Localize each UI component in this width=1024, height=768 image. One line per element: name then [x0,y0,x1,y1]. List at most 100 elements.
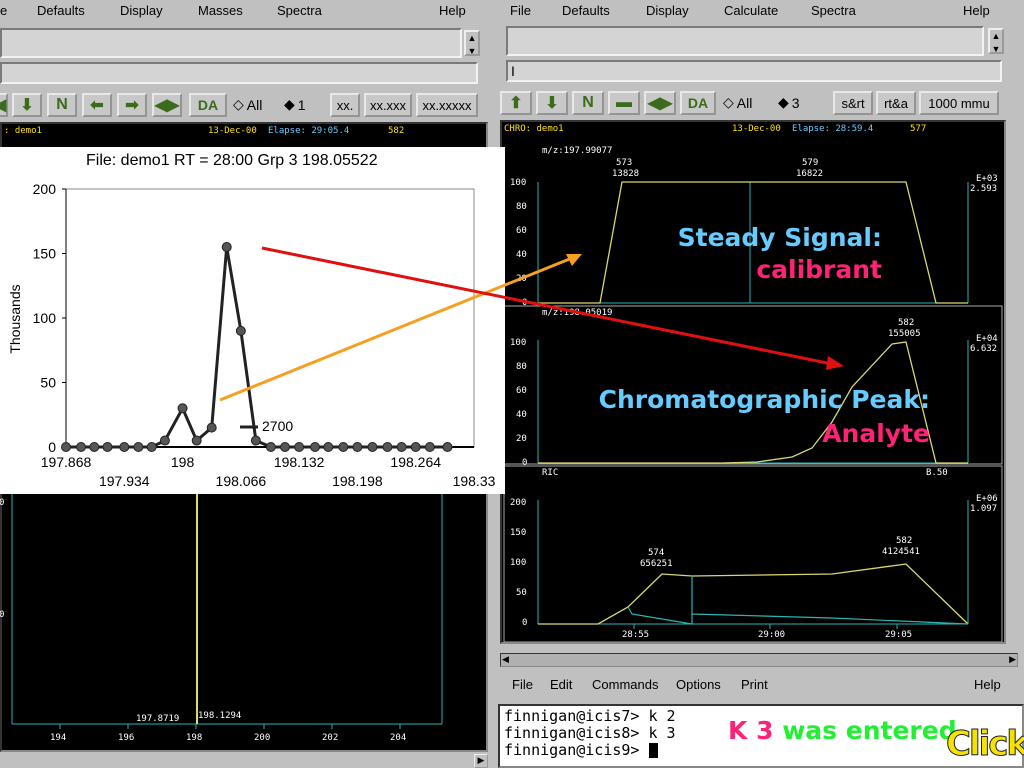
inset-x-tick-label-top: 198.264 [390,454,441,470]
inset-y-tick-label: 200 [33,181,57,197]
n-peak-icon[interactable]: N [572,91,604,115]
inset-data-point [352,442,363,452]
menu-spectra[interactable]: Spectra [811,3,856,18]
down-arrow-icon[interactable]: ⬇ [12,93,42,117]
left-bottom-scroll-arrow[interactable]: ▶ [474,754,488,768]
inset-y-tick-label: 100 [33,310,57,326]
menu-display[interactable]: Display [120,3,163,18]
n-peak-icon[interactable]: N [47,93,77,117]
menu-options[interactable]: Options [676,677,721,692]
left-arrow-icon[interactable]: ⬅ [82,93,112,117]
inset-chart-svg: File: demo1 RT = 28:00 Grp 3 198.05522 20… [7,152,496,489]
peak-label-2: 198.1294 [198,711,242,721]
up-arrow-icon[interactable]: ⬆ [500,91,532,115]
left-field-scroll-arrows[interactable]: ▲ ▼ [464,30,480,56]
inset-data-point [310,442,321,452]
left-tool-prev-icon[interactable]: ◀ [0,93,8,117]
radio-one[interactable]: ◆ 1 [284,96,306,113]
minus-icon[interactable]: ▬ [608,91,640,115]
left-menubar: e Defaults Display Masses Spectra Help [0,0,488,22]
radio-three[interactable]: ◆ 3 [778,94,800,111]
inset-data-point [159,435,170,446]
inset-x-tick-label-bottom: 198.198 [332,473,383,489]
inset-data-point [265,442,276,452]
panel1-labels: m/z:197.99077 573 13828 579 16822 E+03 2… [510,146,998,640]
inset-data-point [410,442,421,452]
peak-label-1: 197.8719 [136,714,180,724]
menu-masses[interactable]: Masses [198,3,243,18]
srt-button[interactable]: s&rt [833,91,873,115]
scroll-right-icon[interactable]: ▶ [1009,654,1016,665]
mmu-button[interactable]: 1000 mmu [919,91,999,115]
right-command-field[interactable] [506,26,984,56]
radio-all[interactable]: ◇ All [723,94,752,111]
rta-button[interactable]: rt&a [876,91,916,115]
radio-all[interactable]: ◇ All [233,96,262,113]
inset-data-point [442,442,453,452]
chromatographic-peak-caption: Chromatographic Peak: Analyte [598,385,930,448]
inset-data-point [424,442,435,452]
menu-display[interactable]: Display [646,3,689,18]
entered-annotation: K 3 was entered [728,716,957,745]
steady-signal-caption: Steady Signal: calibrant [677,223,882,284]
diamond-icon: ◆ [778,94,789,110]
menu-print[interactable]: Print [741,677,768,692]
right-arrow-icon[interactable]: ➡ [117,93,147,117]
format-xxxxx-button[interactable]: xx.xxx [364,93,412,117]
down-arrow-icon[interactable]: ⬇ [536,91,568,115]
inset-y-tick-label: 0 [48,439,56,455]
diamond-icon: ◇ [723,94,734,110]
inset-data-point [61,442,71,452]
format-xxxxxxx-button[interactable]: xx.xxxxx [416,93,478,117]
inset-data-point [76,442,87,452]
inset-y-axis-label: Thousands [7,284,23,353]
menu-commands[interactable]: Commands [592,677,658,692]
terminal-menubar: File Edit Commands Options Print Help [496,674,1024,696]
menu-help[interactable]: Help [963,3,990,18]
inset-data-point [396,442,407,452]
inset-x-tick-label-top: 198 [171,454,195,470]
menu-edit[interactable]: Edit [550,677,572,692]
right-field-scroll-arrows[interactable]: ▲ ▼ [988,28,1004,54]
expand-icon[interactable]: ◀▶ [644,91,676,115]
inset-data-point [323,442,334,452]
scroll-left-icon[interactable]: ◀ [502,654,509,665]
right-chromatogram-plot: CHRO: demo1 13-Dec-00 Elapse: 28:59.4 57… [500,120,1006,644]
menu-defaults[interactable]: Defaults [562,3,610,18]
menu-file[interactable]: File [510,3,531,18]
menu-edit-fragment[interactable]: e [0,3,7,18]
inset-data-point [206,422,217,433]
inset-y-tick-label: 150 [33,246,57,262]
inset-data-point [250,435,261,446]
inset-data-point [382,442,393,452]
inset-data-point [294,442,305,452]
right-horizontal-scrollbar[interactable]: ◀ ▶ [500,653,1018,667]
menu-help[interactable]: Help [439,3,466,18]
right-status-field[interactable]: I [506,60,1002,82]
inset-data-point [133,442,144,452]
inset-data-point [119,442,130,452]
inset-data-point [191,435,202,446]
inset-data-point [367,442,378,452]
cursor-block [648,743,658,758]
inset-x-tick-label-top: 198.132 [274,454,325,470]
menu-calculate[interactable]: Calculate [724,3,778,18]
inset-data-point [146,442,157,452]
left-status-field [0,62,478,84]
da-button[interactable]: DA [680,91,716,115]
inset-data-point [338,442,349,452]
da-button[interactable]: DA [189,93,227,117]
inset-data-point [221,242,232,253]
menu-file[interactable]: File [512,677,533,692]
left-command-field[interactable] [0,28,462,58]
expand-icon[interactable]: ◀▶ [152,93,182,117]
inset-x-tick-label-bottom: 198.33 [453,473,496,489]
menu-defaults[interactable]: Defaults [37,3,85,18]
menu-help[interactable]: Help [974,677,1001,692]
diamond-icon: ◇ [233,96,244,112]
menu-spectra[interactable]: Spectra [277,3,322,18]
format-xx-button[interactable]: xx. [330,93,360,117]
inset-plot-frame [65,188,475,448]
inset-data-point [102,442,113,452]
inset-x-tick-label-bottom: 198.066 [216,473,267,489]
